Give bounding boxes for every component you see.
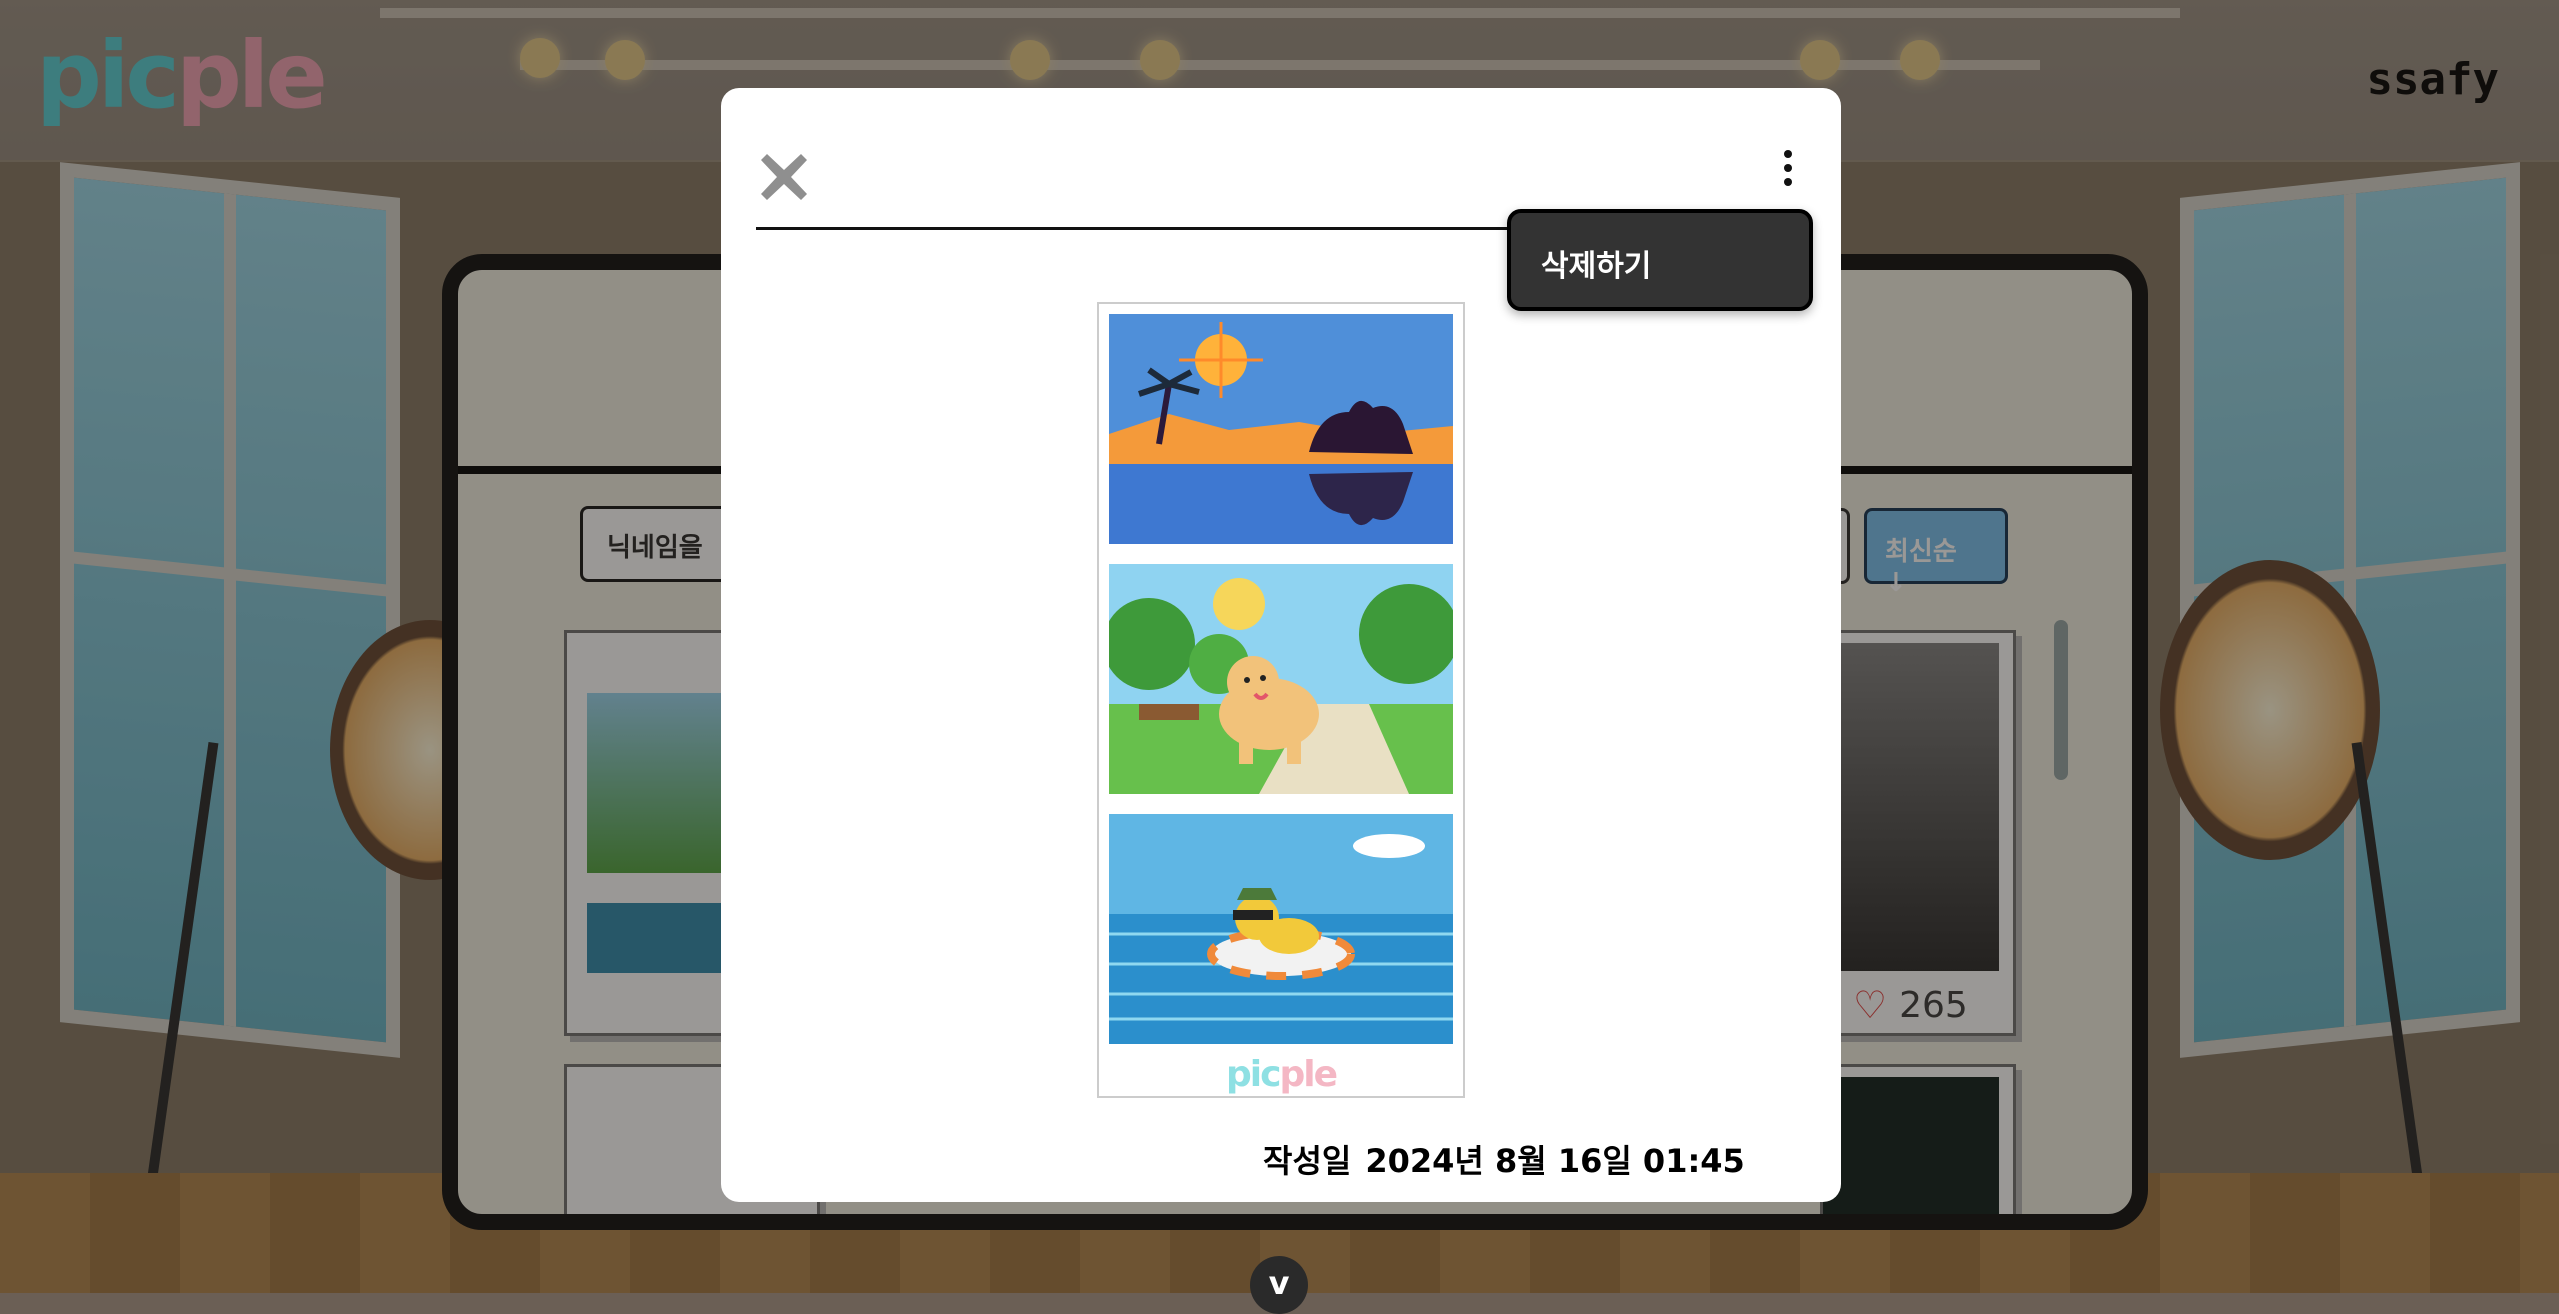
header-divider [756,227,1566,230]
strip-logo: picple [1226,1054,1338,1095]
options-dropdown: 삭제하기 [1507,209,1813,311]
more-options-button[interactable] [1773,144,1803,204]
more-vert-icon [1784,150,1792,158]
created-date: 작성일 2024년 8월 16일 01:45 [1263,1136,1759,1182]
delete-menu-item[interactable]: 삭제하기 [1541,241,1651,285]
photo-detail-modal: 삭제하기 picple 작성일 2024년 8월 16일 01:45 [721,88,1841,1202]
created-label: 작성일 [1263,1142,1352,1180]
created-value: 2024년 8월 16일 01:45 [1365,1142,1745,1180]
chevron-down-icon: v [1268,1264,1290,1302]
strip-frame-duck [1109,814,1453,1044]
scroll-down-button[interactable]: v [1250,1256,1308,1314]
close-icon [761,154,807,200]
strip-frame-desert [1109,314,1453,544]
close-button[interactable] [757,150,811,204]
photo-strip: picple [1097,302,1465,1098]
strip-frame-dog [1109,564,1453,794]
